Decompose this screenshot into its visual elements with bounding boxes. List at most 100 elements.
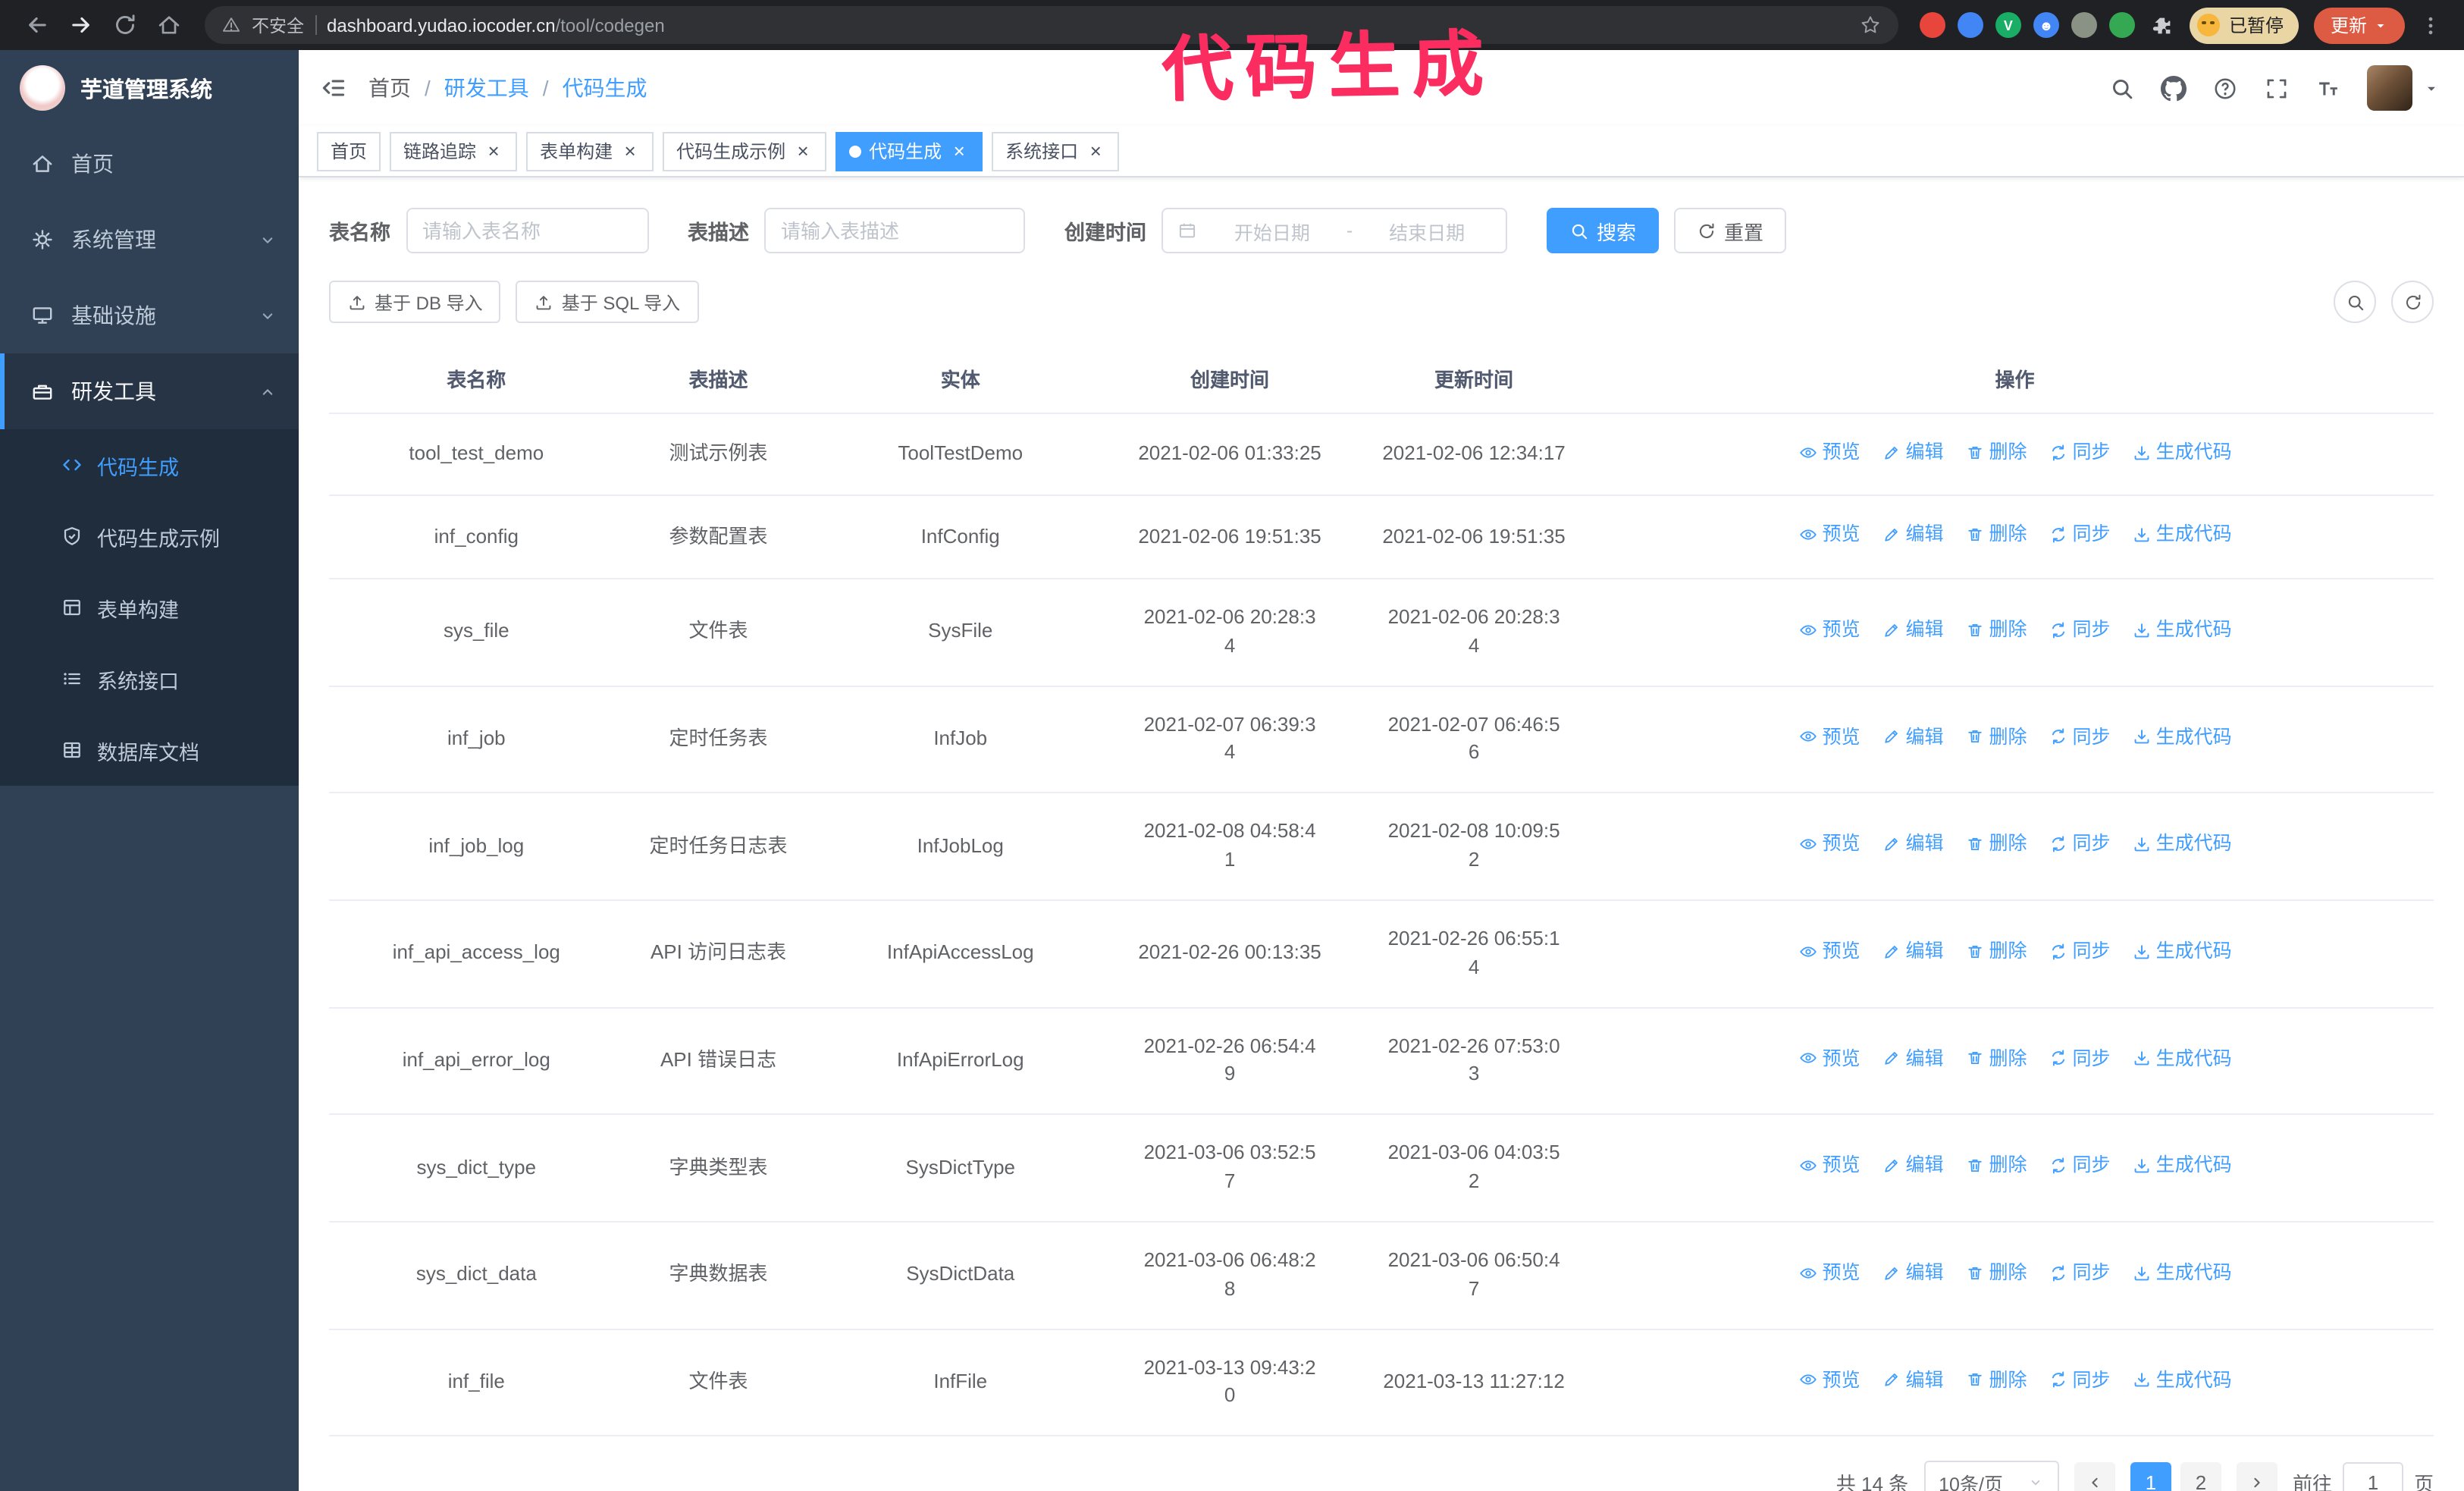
preview-action[interactable]: 预览: [1798, 1152, 1860, 1179]
delete-action[interactable]: 删除: [1965, 521, 2027, 548]
prev-page-button[interactable]: [2074, 1461, 2115, 1491]
sidebar-subitem-system-api[interactable]: 系统接口: [0, 643, 299, 714]
tab-close-icon[interactable]: [484, 141, 503, 161]
tab-codegen-example[interactable]: 代码生成示例: [663, 131, 827, 171]
header-search-icon[interactable]: [2109, 75, 2135, 101]
delete-action[interactable]: 删除: [1965, 1044, 2027, 1072]
browser-back-button[interactable]: [24, 12, 50, 38]
blue-pin-extension-icon[interactable]: [1957, 12, 1983, 38]
bookmark-star-icon[interactable]: [1859, 14, 1882, 36]
sidebar-subitem-database-doc[interactable]: 数据库文档: [0, 714, 299, 786]
generate-code-action[interactable]: 生成代码: [2132, 521, 2232, 548]
generate-code-action[interactable]: 生成代码: [2132, 1259, 2232, 1286]
preview-action[interactable]: 预览: [1798, 1259, 1860, 1286]
tab-system-api[interactable]: 系统接口: [992, 131, 1120, 171]
sync-action[interactable]: 同步: [2049, 1152, 2111, 1179]
import-db-button[interactable]: 基于 DB 导入: [329, 281, 501, 323]
sidebar-item-infrastructure[interactable]: 基础设施: [0, 278, 299, 353]
user-avatar[interactable]: [2367, 65, 2412, 111]
logo[interactable]: 芋道管理系统: [0, 50, 299, 126]
generate-code-action[interactable]: 生成代码: [2132, 723, 2232, 750]
sidebar-collapse-button[interactable]: [320, 74, 347, 102]
delete-action[interactable]: 删除: [1965, 723, 2027, 750]
github-icon[interactable]: [2161, 75, 2187, 101]
table-name-input[interactable]: [406, 208, 648, 253]
help-icon[interactable]: [2212, 75, 2238, 101]
font-size-icon[interactable]: [2315, 75, 2341, 101]
preview-action[interactable]: 预览: [1798, 937, 1860, 965]
page-size-select[interactable]: 10条/页: [1923, 1461, 2059, 1491]
paused-badge[interactable]: 已暂停: [2189, 7, 2299, 43]
leaf-extension-icon[interactable]: [2108, 12, 2135, 38]
red-extension-icon[interactable]: [1919, 12, 1945, 38]
preview-action[interactable]: 预览: [1798, 521, 1860, 548]
delete-action[interactable]: 删除: [1965, 830, 2027, 858]
delete-action[interactable]: 删除: [1965, 1259, 2027, 1286]
sync-action[interactable]: 同步: [2049, 937, 2111, 965]
preview-action[interactable]: 预览: [1798, 616, 1860, 643]
tab-codegen[interactable]: 代码生成: [835, 131, 983, 171]
address-bar[interactable]: 不安全 dashboard.yudao.iocoder.cn/tool/code…: [205, 6, 1898, 44]
delete-action[interactable]: 删除: [1965, 616, 2027, 643]
browser-home-button[interactable]: [156, 12, 182, 38]
sync-action[interactable]: 同步: [2049, 1367, 2111, 1394]
browser-reload-button[interactable]: [112, 12, 138, 38]
tab-close-icon[interactable]: [620, 141, 640, 161]
delete-action[interactable]: 删除: [1965, 438, 2027, 466]
edit-action[interactable]: 编辑: [1881, 1152, 1944, 1179]
preview-action[interactable]: 预览: [1798, 438, 1860, 466]
sync-action[interactable]: 同步: [2049, 1259, 2111, 1286]
goto-page-input[interactable]: [2342, 1462, 2403, 1491]
generate-code-action[interactable]: 生成代码: [2132, 1152, 2232, 1179]
sync-action[interactable]: 同步: [2049, 438, 2111, 466]
generate-code-action[interactable]: 生成代码: [2132, 616, 2232, 643]
sync-action[interactable]: 同步: [2049, 830, 2111, 858]
page-button-2[interactable]: 2: [2180, 1461, 2221, 1491]
green-check-extension-icon[interactable]: V: [1995, 12, 2021, 38]
preview-action[interactable]: 预览: [1798, 1044, 1860, 1072]
breadcrumb-item-2[interactable]: 研发工具: [411, 73, 529, 103]
edit-action[interactable]: 编辑: [1881, 1367, 1944, 1394]
table-desc-input[interactable]: [764, 208, 1025, 253]
search-button[interactable]: 搜索: [1547, 208, 1660, 253]
update-button[interactable]: 更新: [2313, 7, 2405, 43]
sidebar-subitem-code-generation-example[interactable]: 代码生成示例: [0, 501, 299, 572]
user-menu-caret-icon[interactable]: [2423, 80, 2440, 96]
edit-action[interactable]: 编辑: [1881, 937, 1944, 965]
generate-code-action[interactable]: 生成代码: [2132, 937, 2232, 965]
tab-home[interactable]: 首页: [317, 131, 381, 171]
sync-action[interactable]: 同步: [2049, 1044, 2111, 1072]
sidebar-subitem-form-builder[interactable]: 表单构建: [0, 572, 299, 643]
delete-action[interactable]: 删除: [1965, 937, 2027, 965]
delete-action[interactable]: 删除: [1965, 1152, 2027, 1179]
sidebar-item-dev-tools[interactable]: 研发工具: [0, 353, 299, 429]
generate-code-action[interactable]: 生成代码: [2132, 438, 2232, 466]
edit-action[interactable]: 编辑: [1881, 1044, 1944, 1072]
preview-action[interactable]: 预览: [1798, 1367, 1860, 1394]
tab-trace[interactable]: 链路追踪: [390, 131, 518, 171]
generate-code-action[interactable]: 生成代码: [2132, 1367, 2232, 1394]
tab-form-builder[interactable]: 表单构建: [526, 131, 654, 171]
edit-action[interactable]: 编辑: [1881, 616, 1944, 643]
sidebar-subitem-code-generation[interactable]: 代码生成: [0, 429, 299, 501]
edit-action[interactable]: 编辑: [1881, 438, 1944, 466]
delete-action[interactable]: 删除: [1965, 1367, 2027, 1394]
reset-button[interactable]: 重置: [1674, 208, 1787, 253]
tab-close-icon[interactable]: [793, 141, 813, 161]
page-button-1[interactable]: 1: [2130, 1461, 2171, 1491]
browser-menu-button[interactable]: [2419, 13, 2443, 37]
toggle-search-button[interactable]: [2334, 281, 2376, 323]
tab-close-icon[interactable]: [1086, 141, 1105, 161]
people-extension-icon[interactable]: ☻: [2033, 12, 2059, 38]
preview-action[interactable]: 预览: [1798, 830, 1860, 858]
import-sql-button[interactable]: 基于 SQL 导入: [516, 281, 699, 323]
preview-action[interactable]: 预览: [1798, 723, 1860, 750]
sync-action[interactable]: 同步: [2049, 521, 2111, 548]
sidebar-item-home[interactable]: 首页: [0, 126, 299, 202]
edit-action[interactable]: 编辑: [1881, 830, 1944, 858]
card-extension-icon[interactable]: [2071, 12, 2097, 38]
edit-action[interactable]: 编辑: [1881, 521, 1944, 548]
breadcrumb-item-1[interactable]: 首页: [368, 73, 411, 103]
fullscreen-icon[interactable]: [2264, 75, 2290, 101]
create-time-range-picker[interactable]: 开始日期 - 结束日期: [1161, 208, 1507, 253]
